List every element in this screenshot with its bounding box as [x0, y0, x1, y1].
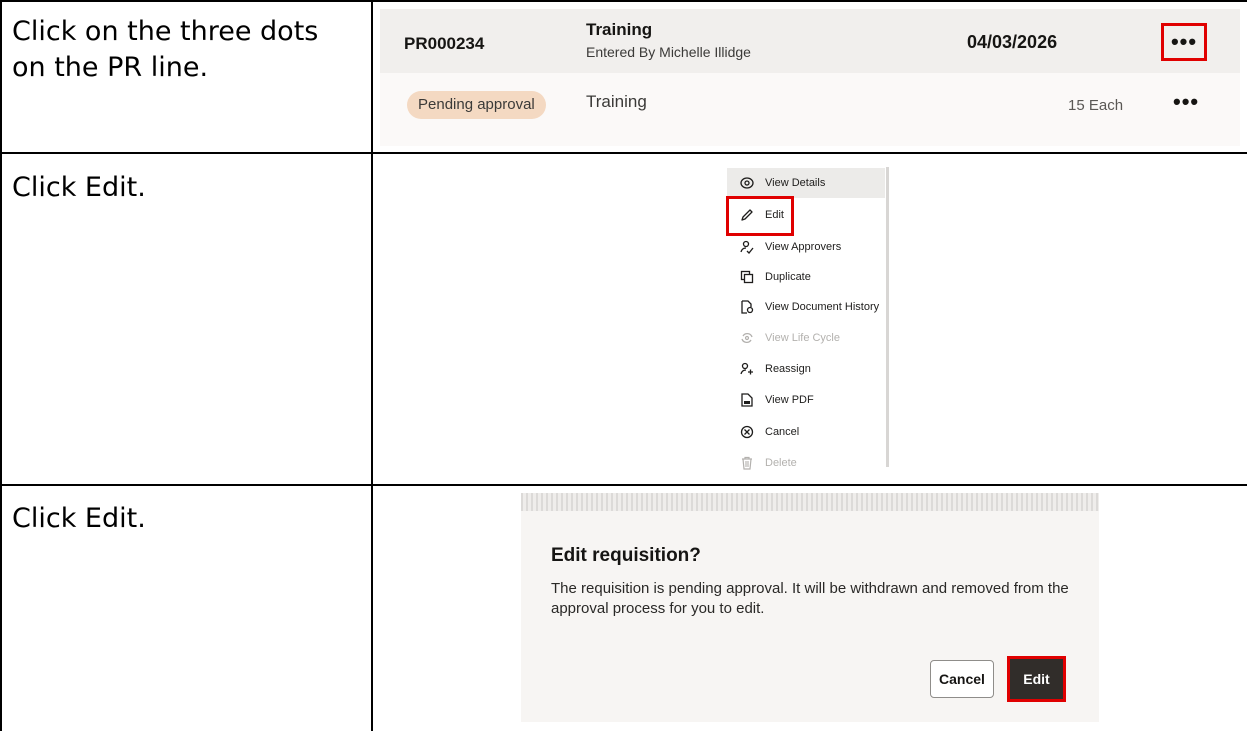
dialog-top-strip: [521, 493, 1099, 511]
table-row-divider: [0, 484, 1247, 486]
menu-item-view-life-cycle: View Life Cycle: [727, 323, 885, 353]
life-cycle-icon: [738, 329, 756, 347]
menu-item-label: Reassign: [765, 363, 811, 375]
step-1-instruction: Click on the three dots on the PR line.: [12, 16, 319, 83]
menu-scrollbar[interactable]: [886, 167, 889, 467]
menu-item-label: View Life Cycle: [765, 332, 840, 344]
edit-button[interactable]: Edit: [1007, 656, 1066, 702]
menu-item-label: View PDF: [765, 394, 814, 406]
menu-item-delete: Delete: [727, 448, 885, 478]
menu-item-view-document-history[interactable]: View Document History: [727, 292, 885, 322]
requisition-number[interactable]: PR000234: [404, 34, 484, 54]
document-history-icon: [738, 298, 756, 316]
requisition-date: 04/03/2026: [967, 32, 1058, 52]
menu-item-view-details[interactable]: View Details: [727, 168, 885, 198]
more-actions-button[interactable]: •••: [1161, 23, 1207, 61]
pdf-icon: [738, 391, 756, 409]
dialog-title: Edit requisition?: [551, 545, 701, 566]
reassign-icon: [738, 360, 756, 378]
eye-icon: [738, 174, 756, 192]
step-2-instruction: Click Edit.: [12, 172, 146, 203]
menu-item-view-pdf[interactable]: View PDF: [727, 385, 885, 415]
table-border-middle: [371, 0, 373, 731]
menu-item-cancel[interactable]: Cancel: [727, 417, 885, 447]
menu-item-duplicate[interactable]: Duplicate: [727, 262, 885, 292]
table-border-top: [0, 0, 1247, 2]
menu-item-label: View Approvers: [765, 241, 842, 253]
requisition-card: PR000234 Training Entered By Michelle Il…: [380, 9, 1240, 146]
menu-item-label: Cancel: [765, 426, 800, 438]
line-more-actions-button[interactable]: •••: [1173, 89, 1199, 115]
line-title: Training: [586, 92, 647, 111]
menu-item-label: View Details: [765, 177, 826, 189]
duplicate-icon: [738, 268, 756, 286]
edit-requisition-dialog: Edit requisition? The requisition is pen…: [521, 493, 1099, 722]
menu-item-label: Delete: [765, 457, 797, 469]
edit-highlight-box: [726, 196, 794, 236]
dialog-message: The requisition is pending approval. It …: [551, 580, 1069, 617]
step-3-instruction: Click Edit.: [12, 503, 146, 534]
line-quantity: 15 Each: [1068, 97, 1124, 114]
trash-icon: [738, 454, 756, 472]
status-badge: Pending approval: [407, 91, 546, 119]
requisition-title: Training: [586, 20, 653, 39]
entered-by-text: Entered By Michelle Illidge: [586, 44, 751, 60]
approvers-icon: [738, 238, 756, 256]
menu-item-label: Duplicate: [765, 271, 811, 283]
more-dots-icon: •••: [1170, 29, 1198, 54]
cancel-button[interactable]: Cancel: [930, 660, 994, 698]
cancel-circle-icon: [738, 423, 756, 441]
menu-item-view-approvers[interactable]: View Approvers: [727, 232, 885, 262]
menu-item-label: View Document History: [765, 301, 880, 313]
menu-item-reassign[interactable]: Reassign: [727, 354, 885, 384]
requisition-header-row: PR000234 Training Entered By Michelle Il…: [380, 9, 1240, 73]
table-border-left: [0, 0, 2, 731]
table-row-divider: [0, 152, 1247, 154]
